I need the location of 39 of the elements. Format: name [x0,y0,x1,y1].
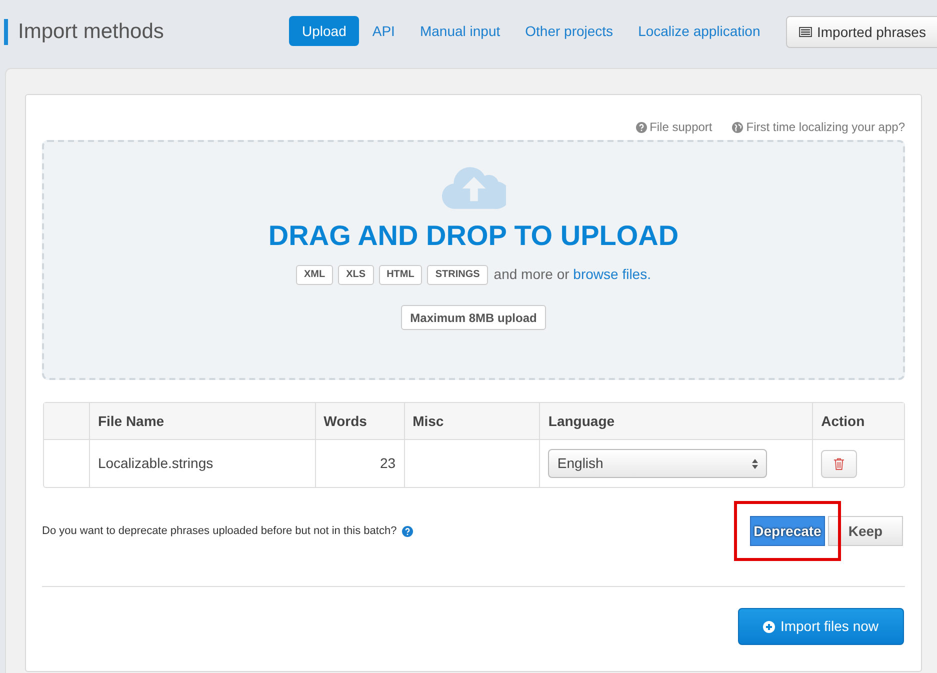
tab[interactable]: Localize application [630,16,768,46]
plus-icon [763,620,776,632]
tab[interactable]: Manual input [412,16,508,46]
drop-zone[interactable]: DRAG AND DROP TO UPLOAD XML XLS HTML STRINGS and more or browse files. Maximum 8MB upload [42,140,905,380]
help-link[interactable]: File support [636,114,712,140]
tab[interactable]: Other projects [517,16,622,46]
format-note: and more or browse files. [494,265,651,284]
toggle-option[interactable]: Keep [828,516,903,546]
list-icon [799,27,812,37]
format-tag: XLS [338,264,374,284]
column-header: Words [324,412,367,430]
accent-bar [4,18,8,45]
help-icon [402,526,413,536]
format-tag: XML [296,264,334,284]
import-button[interactable]: Import files now [738,608,904,645]
updown-icon [752,458,758,468]
help-icon [636,122,647,132]
page-title: Import methods [18,19,164,45]
table-cell-text: 23 [380,454,396,473]
column-header: Language [548,412,615,431]
language-select[interactable]: English [548,449,768,478]
format-tag: HTML [378,264,422,284]
table-cell-text: Localizable.strings [98,454,214,473]
deprecate-question: Do you want to deprecate phrases uploaded before but not in this batch? [42,524,397,539]
browse-link[interactable]: browse files. [573,266,651,282]
trash-icon [834,458,844,470]
tab[interactable]: Upload [289,16,360,46]
upload-limit-label: Maximum 8MB upload [401,305,546,330]
delete-button[interactable] [821,450,858,478]
tab[interactable]: API [364,16,403,46]
help-link[interactable]: First time localizing your app? [732,114,905,140]
toggle-option[interactable]: Deprecate [750,516,825,546]
column-header: Misc [412,412,444,430]
column-header: Action [821,412,865,430]
drop-heading: DRAG AND DROP TO UPLOAD [268,219,679,253]
imported-phrases-button[interactable]: Imported phrases [786,16,937,48]
format-tag: STRINGS [427,264,488,284]
upload-cloud-icon [442,164,506,211]
column-header: File Name [98,412,164,430]
